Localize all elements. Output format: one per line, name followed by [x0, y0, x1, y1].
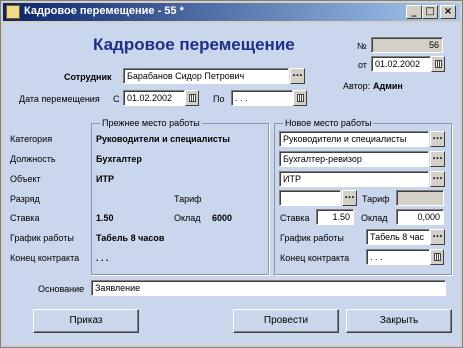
new-rank-field[interactable]	[279, 190, 341, 206]
basis-label: Основание	[38, 284, 85, 294]
old-tariff-label: Тариф	[174, 194, 202, 204]
transfer-to-calendar-button[interactable]	[293, 90, 307, 106]
new-tariff-field[interactable]	[396, 190, 444, 206]
transfer-date-label: Дата перемещения	[19, 94, 100, 104]
transfer-window: Кадровое перемещение - 55 * _ □ × Кадров…	[0, 0, 463, 348]
old-rate-value: 1.50	[96, 213, 114, 223]
window-title: Кадровое перемещение - 55 *	[24, 5, 184, 17]
employee-field[interactable]: Барабанов Сидор Петрович	[123, 68, 289, 84]
new-salary-field[interactable]: 0,000	[396, 209, 444, 225]
document-date-field[interactable]: 01.02.2002	[371, 56, 431, 72]
employee-label: Сотрудник	[64, 72, 112, 82]
maximize-button[interactable]: □	[422, 5, 438, 19]
new-contract-end-field[interactable]: . . .	[366, 249, 430, 265]
row-label-position: Должность	[10, 154, 56, 164]
new-contract-end-label: Конец контракта	[280, 253, 350, 263]
row-label-contract-end: Конец контракта	[10, 253, 80, 263]
employee-select-button[interactable]: ...	[290, 68, 305, 84]
document-icon	[6, 5, 20, 19]
basis-field[interactable]: Заявление	[91, 280, 446, 296]
row-label-rate: Ставка	[10, 213, 40, 223]
close-button[interactable]: Закрыть	[346, 309, 452, 333]
post-button[interactable]: Провести	[233, 309, 339, 333]
transfer-to-label: По	[213, 94, 225, 104]
old-place-title: Прежнее место работы	[100, 118, 202, 128]
title-bar[interactable]: Кадровое перемещение - 55 * _ □ ×	[3, 3, 460, 21]
new-position-select-button[interactable]: ...	[430, 151, 445, 167]
old-schedule-value: Табель 8 часов	[96, 233, 165, 243]
calendar-icon	[189, 94, 196, 102]
new-rate-field[interactable]: 1.50	[316, 209, 354, 225]
document-date-calendar-button[interactable]	[431, 56, 445, 72]
new-tariff-label: Тариф	[362, 194, 390, 204]
transfer-from-label: С	[113, 94, 120, 104]
transfer-to-field[interactable]: . . .	[231, 90, 293, 106]
form-body: Кадровое перемещение № 56 от 01.02.2002 …	[3, 23, 460, 345]
old-position-value: Бухгалтер	[96, 154, 142, 164]
calendar-icon	[297, 94, 304, 102]
old-contract-end-value: . . .	[96, 253, 109, 263]
new-schedule-field[interactable]: Табель 8 час	[366, 229, 430, 245]
row-label-schedule: График работы	[10, 233, 74, 243]
minimize-button[interactable]: _	[406, 5, 422, 19]
close-window-button[interactable]: ×	[440, 5, 456, 19]
new-object-field[interactable]: ИТР	[279, 171, 429, 187]
number-label: №	[357, 41, 367, 51]
new-category-field[interactable]: Руководители и специалисты	[279, 131, 429, 147]
author-value: Админ	[373, 81, 403, 91]
row-label-rank: Разряд	[10, 194, 40, 204]
author-label: Автор:	[343, 81, 371, 91]
transfer-from-calendar-button[interactable]	[185, 90, 199, 106]
old-category-value: Руководители и специалисты	[96, 134, 230, 144]
row-label-object: Объект	[10, 174, 41, 184]
new-object-select-button[interactable]: ...	[430, 171, 445, 187]
transfer-from-field[interactable]: 01.02.2002	[123, 90, 185, 106]
new-rate-label: Ставка	[280, 213, 310, 223]
new-salary-label: Оклад	[361, 213, 388, 223]
new-schedule-label: График работы	[280, 233, 344, 243]
calendar-icon	[434, 253, 441, 261]
row-label-category: Категория	[10, 134, 53, 144]
new-contract-end-calendar-button[interactable]	[430, 249, 444, 265]
new-category-select-button[interactable]: ...	[430, 131, 445, 147]
date-label: от	[358, 60, 367, 70]
old-salary-label: Оклад	[174, 213, 201, 223]
old-object-value: ИТР	[96, 174, 114, 184]
page-title: Кадровое перемещение	[93, 35, 295, 54]
order-button[interactable]: Приказ	[33, 309, 139, 333]
old-salary-value: 6000	[212, 213, 233, 223]
new-schedule-select-button[interactable]: ...	[430, 229, 445, 245]
new-place-title: Новое место работы	[283, 118, 374, 128]
document-number-field[interactable]: 56	[371, 37, 443, 53]
new-rank-select-button[interactable]: ...	[342, 190, 357, 206]
calendar-icon	[435, 60, 442, 68]
new-position-field[interactable]: Бухгалтер-ревизор	[279, 151, 429, 167]
